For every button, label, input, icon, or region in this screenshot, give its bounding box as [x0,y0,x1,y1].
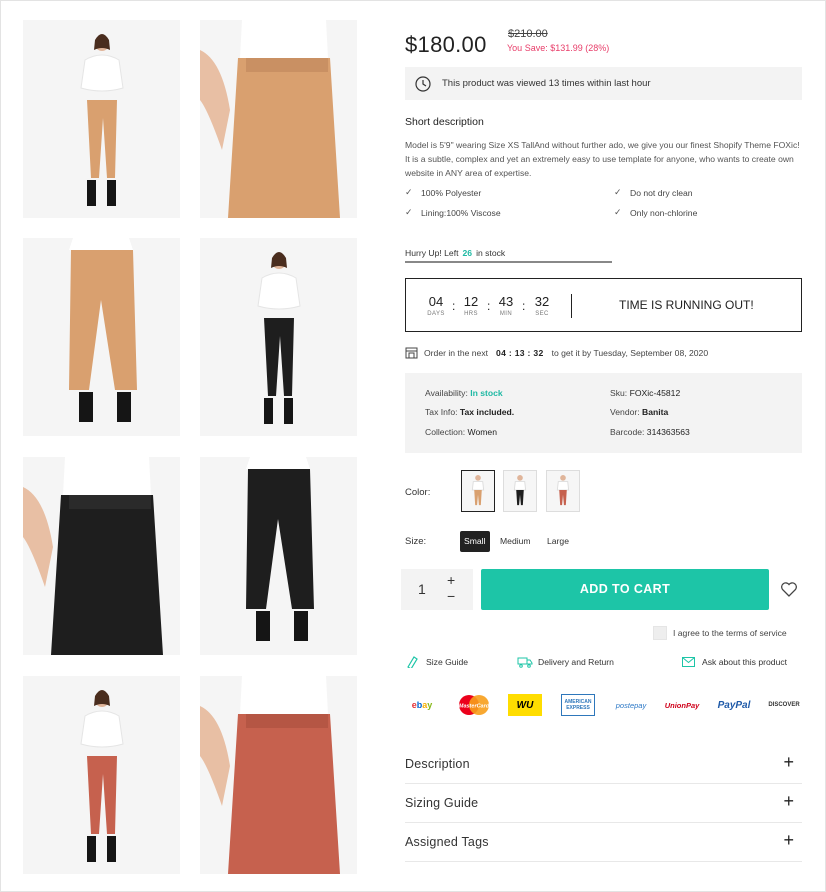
gallery-image-tan-full[interactable] [23,20,180,218]
countdown-message: TIME IS RUNNING OUT! [619,298,754,312]
unionpay-logo: UnionPay [664,700,700,710]
spec-sku: Sku: FOXic-45812 [610,388,681,398]
terms-text: I agree to the terms of service [673,628,787,638]
size-option-large[interactable]: Large [543,531,573,552]
paypal-logo: PayPal [717,699,751,711]
feature-item: ✓ Lining:100% Viscose [405,207,501,218]
delivery-estimate: Order in the next 04 : 13 : 32 to get it b… [405,346,708,359]
gallery-image-black-full[interactable] [200,238,357,436]
viewed-banner: This product was viewed 13 times within … [405,67,802,100]
stock-progress-fill [405,261,612,263]
viewed-text: This product was viewed 13 times within … [442,78,651,89]
check-icon: ✓ [405,187,413,197]
size-option-medium[interactable]: Medium [496,531,535,552]
plus-icon: + [783,752,794,772]
ebay-logo: ebay [411,700,433,710]
stock-count: 26 [462,248,473,258]
spec-vendor: Vendor: Banita [610,407,669,417]
short-description-text: Model is 5'9" wearing Size XS TallAnd wi… [405,140,800,178]
check-icon: ✓ [614,207,622,217]
quantity-stepper: 1 + − [401,569,473,610]
feature-item: ✓ Only non-chlorine [614,207,698,218]
size-label: Size: [405,536,427,547]
check-icon: ✓ [405,207,413,217]
terms-agreement: I agree to the terms of service [653,626,787,640]
store-icon [405,347,418,359]
quantity-value[interactable]: 1 [418,581,426,597]
svg-text:MasterCard: MasterCard [459,704,490,710]
spec-collection: Collection: Women [425,427,497,437]
postepay-logo: postepay [615,700,647,710]
accordion-description[interactable]: Description + [405,745,802,784]
discover-logo: DISCOVER [768,702,800,708]
delivery-countdown: 04 : 13 : 32 [496,347,544,358]
gallery-image-black-back[interactable] [200,457,357,655]
heart-icon[interactable] [779,579,799,599]
accordion-assigned-tags[interactable]: Assigned Tags + [405,823,802,862]
size-option-small[interactable]: Small [460,531,490,552]
current-price: $180.00 [405,32,487,57]
mastercard-logo: MasterCard [456,694,492,716]
ask-question-link[interactable]: Ask about this product [681,656,787,668]
plus-icon: + [783,791,794,811]
countdown-minutes: 43 MIN [498,294,514,317]
amex-logo: AMERICAN EXPRESS [561,694,595,716]
save-text: You Save: $131.99 (28%) [507,43,610,53]
gallery-image-red-detail[interactable] [200,676,357,874]
spec-tax: Tax Info: Tax included. [425,407,515,417]
spec-availability: Availability: In stock [425,388,503,398]
countdown-divider [571,294,572,318]
gallery-image-tan-back[interactable] [23,238,180,436]
old-price: $210.00 [508,28,548,40]
clock-icon [415,75,431,92]
stock-progress-bar [405,261,612,263]
accordion-sizing-guide[interactable]: Sizing Guide + [405,784,802,823]
truck-icon [517,657,533,668]
countdown-seconds: 32 SEC [534,294,550,317]
delivery-return-link[interactable]: Delivery and Return [517,656,614,668]
western-union-logo: WU [508,694,542,716]
terms-checkbox[interactable] [653,626,667,640]
gallery-image-black-detail[interactable] [23,457,180,655]
stock-notice: Hurry Up! Left 26 in stock [405,248,506,258]
color-swatch-black[interactable] [503,470,537,512]
color-swatch-red[interactable] [546,470,580,512]
color-swatch-tan[interactable] [461,470,495,512]
mail-icon [682,657,695,667]
quantity-decrease-button[interactable]: − [447,588,455,604]
short-description-title: Short description [405,116,484,128]
feature-item: ✓ 100% Polyester [405,187,482,198]
plus-icon: + [783,830,794,850]
gallery-image-tan-detail[interactable] [200,20,357,218]
countdown-timer: 04 DAYS : 12 HRS : 43 MIN : 32 SEC TIME IS R… [405,278,802,332]
add-to-cart-button[interactable]: ADD TO CART [481,569,769,610]
countdown-days: 04 DAYS [427,294,445,317]
gallery-image-red-full[interactable] [23,676,180,874]
check-icon: ✓ [614,187,622,197]
product-specs: Availability: In stock Sku: FOXic-45812 … [405,373,802,453]
quantity-increase-button[interactable]: + [447,572,455,588]
spec-barcode: Barcode: 314363563 [610,427,690,437]
size-guide-link[interactable]: Size Guide [405,656,468,668]
ruler-icon [407,656,418,668]
feature-item: ✓ Do not dry clean [614,187,693,198]
color-label: Color: [405,487,431,498]
countdown-hours: 12 HRS [463,294,479,317]
